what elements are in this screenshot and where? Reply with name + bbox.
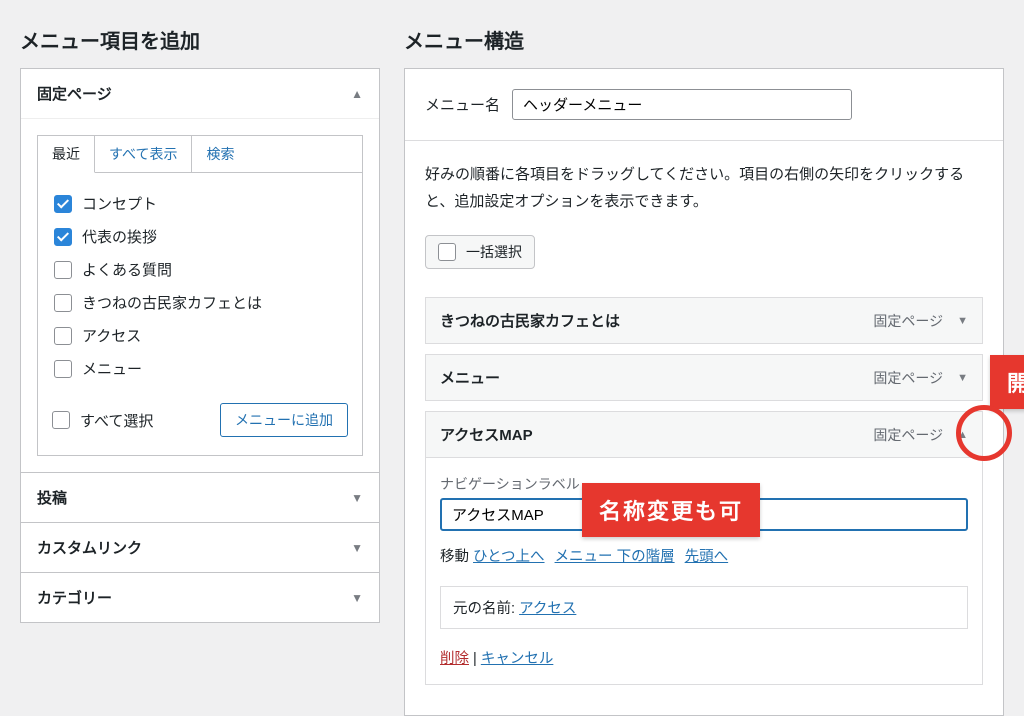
- menu-item-title: きつねの古民家カフェとは: [440, 310, 620, 331]
- accordion-customlinks-head[interactable]: カスタムリンク ▼: [21, 522, 379, 572]
- delete-row: 削除 | キャンセル: [440, 647, 968, 668]
- page-label[interactable]: アクセス: [82, 325, 141, 346]
- chevron-down-icon: ▼: [957, 372, 968, 384]
- page-label[interactable]: メニュー: [82, 358, 142, 379]
- menu-name-input[interactable]: [512, 89, 852, 120]
- list-item: よくある質問: [52, 253, 348, 286]
- structure-heading: メニュー構造: [404, 25, 1004, 54]
- accordion-pages-title: 固定ページ: [37, 83, 112, 104]
- menu-item-title: メニュー: [440, 367, 500, 388]
- menu-name-row: メニュー名: [425, 89, 983, 120]
- menu-name-label: メニュー名: [425, 94, 500, 115]
- bulk-select[interactable]: 一括選択: [425, 235, 535, 269]
- add-menu-items-column: メニュー項目を追加 固定ページ ▲ 最近 すべて表示 検索 コンセプト: [20, 0, 380, 716]
- accordion-pages-head[interactable]: 固定ページ ▲: [21, 69, 379, 118]
- page-label[interactable]: 代表の挨拶: [82, 226, 157, 247]
- original-name-box: 元の名前: アクセス: [440, 586, 968, 629]
- pages-footer: すべて選択 メニューに追加: [52, 385, 348, 449]
- accordion-posts-head[interactable]: 投稿 ▼: [21, 472, 379, 522]
- page-checkbox[interactable]: [54, 327, 72, 345]
- chevron-down-icon: ▼: [351, 491, 363, 505]
- page-label[interactable]: よくある質問: [82, 259, 172, 280]
- tab-search[interactable]: 検索: [192, 136, 362, 173]
- tab-recent[interactable]: 最近: [38, 136, 95, 173]
- accordion-container: 固定ページ ▲ 最近 すべて表示 検索 コンセプト 代表の挨拶: [20, 68, 380, 623]
- menu-item[interactable]: メニュー 固定ページ ▼: [425, 354, 983, 401]
- divider: [405, 140, 1003, 141]
- chevron-down-icon: ▼: [957, 315, 968, 327]
- page-label[interactable]: きつねの古民家カフェとは: [82, 292, 262, 313]
- accordion-customlinks-title: カスタムリンク: [37, 537, 142, 558]
- accordion-categories-title: カテゴリー: [37, 587, 112, 608]
- page-checkbox[interactable]: [54, 228, 72, 246]
- list-item: きつねの古民家カフェとは: [52, 286, 348, 319]
- menu-item-head[interactable]: アクセスMAP 固定ページ ▲: [426, 412, 982, 457]
- add-items-heading: メニュー項目を追加: [20, 25, 380, 54]
- chevron-down-icon: ▼: [351, 591, 363, 605]
- move-label: 移動: [440, 549, 469, 565]
- move-up-link[interactable]: ひとつ上へ: [473, 549, 545, 565]
- help-text: 好みの順番に各項目をドラッグしてください。項目の右側の矢印をクリックすると、追加…: [425, 161, 983, 215]
- bulk-select-label: 一括選択: [466, 242, 522, 262]
- pages-tabs: 最近 すべて表示 検索: [37, 135, 363, 173]
- list-item: 代表の挨拶: [52, 220, 348, 253]
- page-checkbox[interactable]: [54, 360, 72, 378]
- page-label[interactable]: コンセプト: [82, 193, 157, 214]
- annotation-open-sticker: 開く: [990, 355, 1024, 409]
- menu-item-head[interactable]: きつねの古民家カフェとは 固定ページ ▼: [426, 298, 982, 343]
- page-checkbox[interactable]: [54, 261, 72, 279]
- menu-item-type: 固定ページ: [873, 425, 943, 445]
- tab-all[interactable]: すべて表示: [95, 136, 192, 173]
- add-to-menu-button[interactable]: メニューに追加: [220, 403, 348, 437]
- menu-item-type: 固定ページ: [873, 311, 943, 331]
- accordion-categories-head[interactable]: カテゴリー ▼: [21, 572, 379, 622]
- menu-item[interactable]: きつねの古民家カフェとは 固定ページ ▼: [425, 297, 983, 344]
- bulk-select-checkbox[interactable]: [438, 243, 456, 261]
- move-top-link[interactable]: 先頭へ: [685, 549, 729, 565]
- structure-box: メニュー名 好みの順番に各項目をドラッグしてください。項目の右側の矢印をクリック…: [404, 68, 1004, 716]
- list-item: メニュー: [52, 352, 348, 385]
- chevron-down-icon: ▼: [351, 541, 363, 555]
- page-checkbox[interactable]: [54, 195, 72, 213]
- list-item: コンセプト: [52, 187, 348, 220]
- delete-link[interactable]: 削除: [440, 651, 469, 667]
- separator: |: [473, 651, 481, 667]
- menu-item-type: 固定ページ: [873, 368, 943, 388]
- select-all-checkbox[interactable]: [52, 411, 70, 429]
- menu-item-head[interactable]: メニュー 固定ページ ▼: [426, 355, 982, 400]
- annotation-rename-sticker: 名称変更も可: [582, 483, 760, 537]
- list-item: アクセス: [52, 319, 348, 352]
- chevron-up-icon: ▲: [957, 429, 968, 441]
- cancel-link[interactable]: キャンセル: [481, 651, 554, 667]
- accordion-pages-body: 最近 すべて表示 検索 コンセプト 代表の挨拶 よくある質問: [21, 118, 379, 472]
- accordion-posts-title: 投稿: [37, 487, 67, 508]
- chevron-up-icon: ▲: [351, 87, 363, 101]
- original-link[interactable]: アクセス: [519, 601, 576, 617]
- original-label: 元の名前:: [453, 601, 515, 617]
- move-under-link[interactable]: メニュー 下の階層: [555, 549, 675, 565]
- page-checkbox[interactable]: [54, 294, 72, 312]
- menu-structure-column: メニュー構造 メニュー名 好みの順番に各項目をドラッグしてください。項目の右側の…: [404, 0, 1004, 716]
- pages-list: コンセプト 代表の挨拶 よくある質問 きつねの古民家カフェとは: [37, 173, 363, 456]
- menu-item-expanded: アクセスMAP 固定ページ ▲ ナビゲーションラベル 移動 ひとつ上へ メニュー…: [425, 411, 983, 685]
- move-row: 移動 ひとつ上へ メニュー 下の階層 先頭へ: [440, 545, 968, 566]
- menu-item-title: アクセスMAP: [440, 424, 533, 445]
- select-all-label[interactable]: すべて選択: [80, 410, 153, 431]
